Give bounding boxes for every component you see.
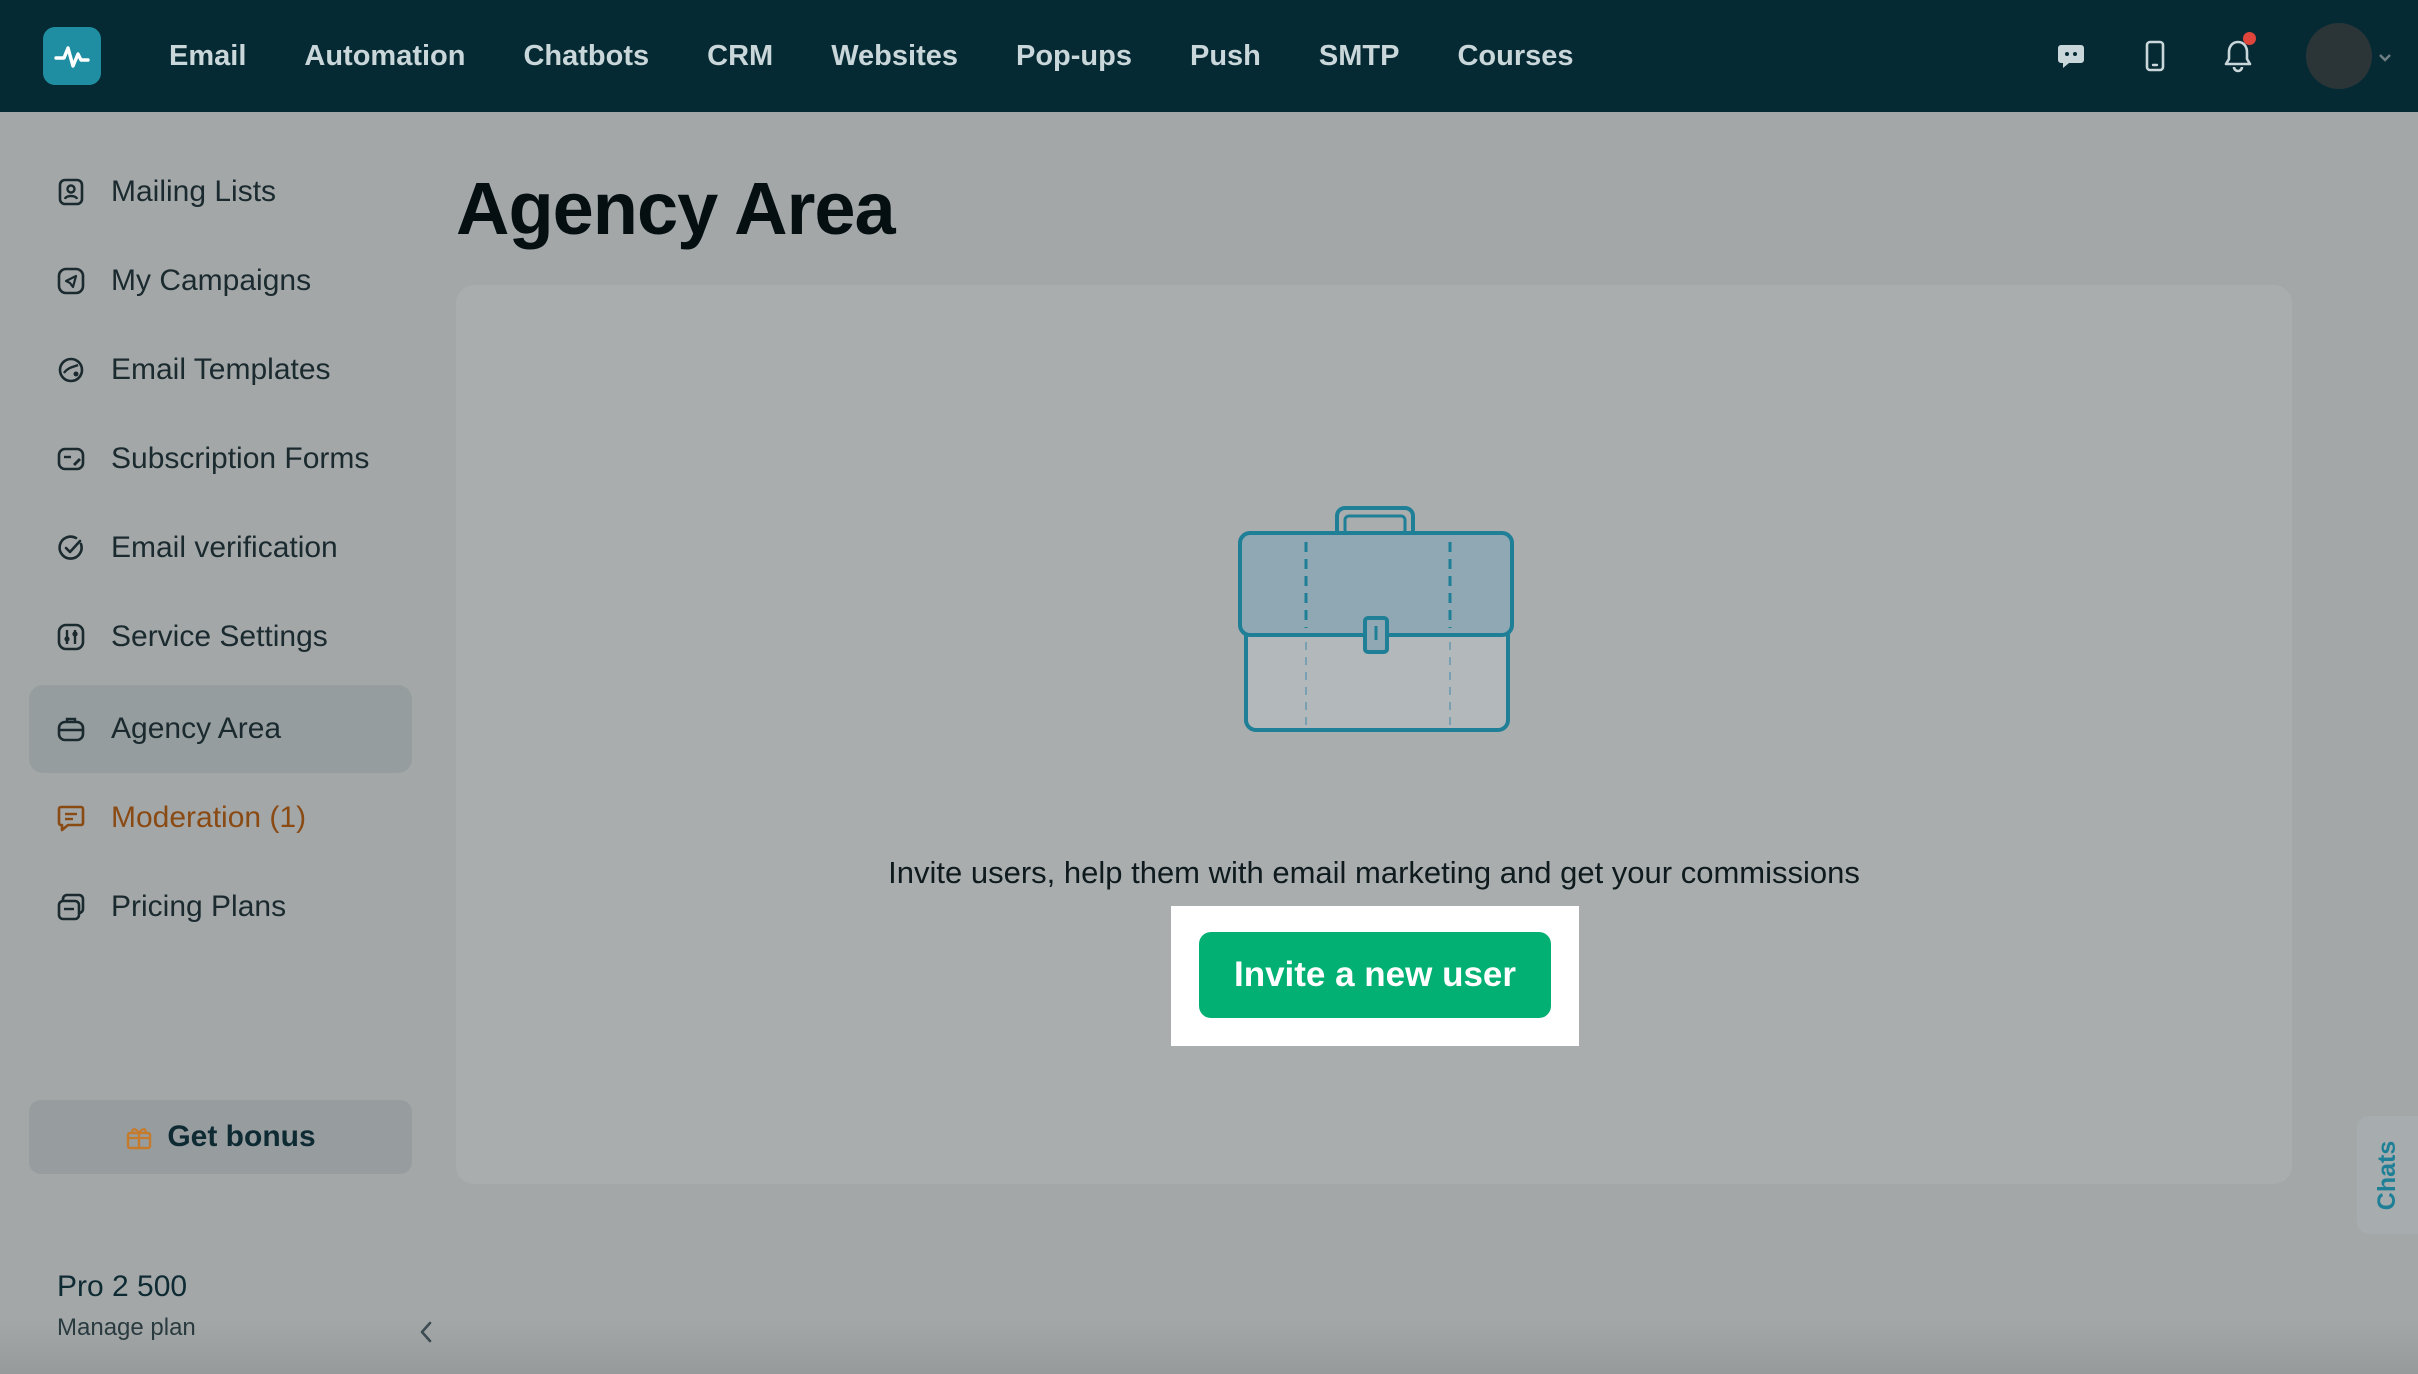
nav-smtp[interactable]: SMTP <box>1319 40 1400 73</box>
invite-new-user-button[interactable]: Invite a new user <box>1199 932 1551 1018</box>
sidebar-item-label: Email Templates <box>111 353 331 386</box>
app-logo[interactable] <box>43 27 101 85</box>
main-nav: Email Automation Chatbots CRM Websites P… <box>140 0 1603 112</box>
briefcase-illustration-icon <box>1238 506 1514 732</box>
pricing-icon <box>55 891 87 923</box>
nav-crm[interactable]: CRM <box>707 40 773 73</box>
sidebar-item-service-settings[interactable]: Service Settings <box>29 593 412 681</box>
settings-sliders-icon <box>55 621 87 653</box>
top-navigation-bar: Email Automation Chatbots CRM Websites P… <box>0 0 2418 112</box>
templates-icon <box>55 354 87 386</box>
sidebar-item-agency-area[interactable]: Agency Area <box>29 685 412 773</box>
comment-icon <box>55 802 87 834</box>
nav-email[interactable]: Email <box>169 40 246 73</box>
sidebar-item-label: Email verification <box>111 531 338 564</box>
gift-icon <box>127 1128 152 1150</box>
nav-websites[interactable]: Websites <box>831 40 958 73</box>
nav-courses[interactable]: Courses <box>1457 40 1573 73</box>
plan-name: Pro 2 500 <box>57 1270 188 1303</box>
sidebar-item-label: My Campaigns <box>111 264 312 297</box>
sidebar-item-label: Pricing Plans <box>111 890 287 923</box>
nav-push[interactable]: Push <box>1190 40 1261 73</box>
manage-plan-link[interactable]: Manage plan <box>57 1314 196 1342</box>
sidebar-item-moderation[interactable]: Moderation (1) <box>29 774 412 862</box>
sidebar: Mailing Lists My Campaigns Email Templat… <box>0 112 440 1374</box>
notification-dot <box>2243 32 2256 45</box>
nav-automation[interactable]: Automation <box>304 40 465 73</box>
pulse-logo-icon <box>54 46 90 68</box>
user-avatar[interactable] <box>2306 23 2372 89</box>
bell-icon[interactable] <box>2218 32 2258 76</box>
get-bonus-button[interactable]: Get bonus <box>29 1100 412 1174</box>
sidebar-item-my-campaigns[interactable]: My Campaigns <box>29 237 412 325</box>
form-icon <box>55 443 87 475</box>
sidebar-item-label: Moderation (1) <box>111 801 307 834</box>
collapse-sidebar-icon[interactable] <box>416 1318 436 1351</box>
sidebar-item-email-verification[interactable]: Email verification <box>29 504 412 592</box>
sidebar-item-label: Subscription Forms <box>111 442 370 475</box>
sidebar-item-subscription-forms[interactable]: Subscription Forms <box>29 415 412 503</box>
sidebar-item-label: Agency Area <box>111 712 282 745</box>
check-circle-icon <box>55 532 87 564</box>
chat-bubble-icon[interactable] <box>2051 36 2091 76</box>
sidebar-item-mailing-lists[interactable]: Mailing Lists <box>29 148 412 236</box>
chats-tab-label: Chats <box>2373 1140 2401 1210</box>
chevron-down-icon[interactable] <box>2378 50 2392 68</box>
briefcase-icon <box>55 713 87 745</box>
sidebar-item-label: Service Settings <box>111 620 328 653</box>
page-title: Agency Area <box>456 167 896 250</box>
nav-popups[interactable]: Pop-ups <box>1016 40 1132 73</box>
get-bonus-label: Get bonus <box>167 1120 316 1153</box>
address-book-icon <box>55 176 87 208</box>
nav-chatbots[interactable]: Chatbots <box>523 40 649 73</box>
sidebar-item-label: Mailing Lists <box>111 175 277 208</box>
invite-description: Invite users, help them with email marke… <box>888 855 1860 890</box>
mobile-phone-icon[interactable] <box>2135 36 2175 76</box>
sidebar-item-pricing-plans[interactable]: Pricing Plans <box>29 863 412 951</box>
campaigns-icon <box>55 265 87 297</box>
chats-tab[interactable]: Chats <box>2357 1116 2418 1234</box>
sidebar-item-email-templates[interactable]: Email Templates <box>29 326 412 414</box>
